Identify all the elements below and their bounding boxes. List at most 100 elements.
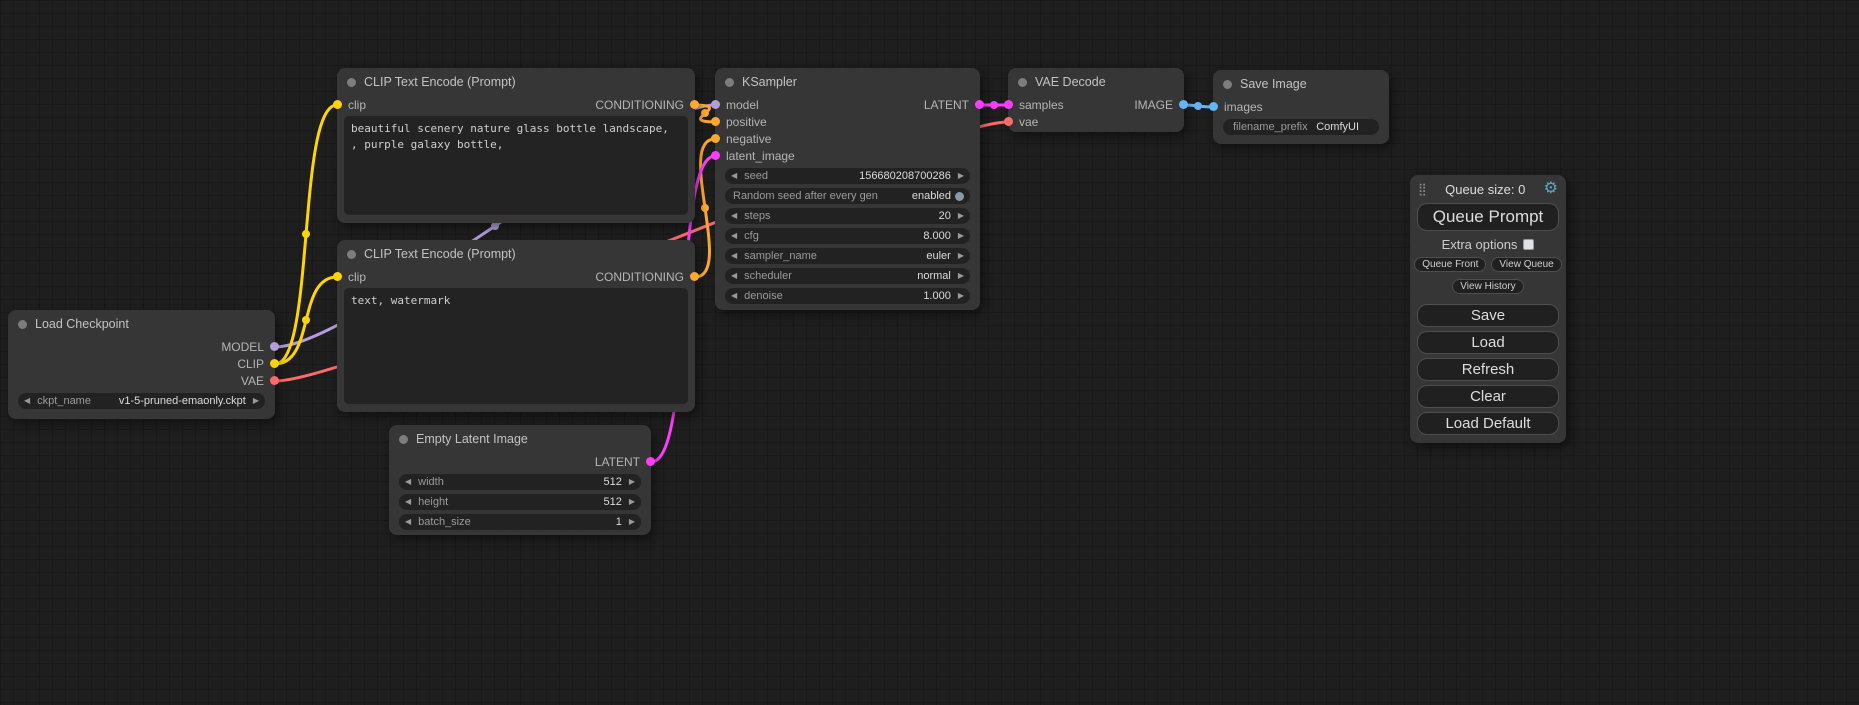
increment-arrow-icon[interactable]: ▶ [958,232,964,240]
ckpt-name-widget[interactable]: ◀ ckpt_name v1-5-pruned-emaonly.ckpt ▶ [18,393,265,409]
output-label: LATENT [595,455,640,469]
seed-widget[interactable]: ◀ seed 156680208700286 ▶ [725,168,970,184]
node-empty-latent-image[interactable]: Empty Latent Image LATENT ◀ width 512 ▶ … [389,425,651,535]
output-slot-clip[interactable] [270,359,279,368]
output-slot-image[interactable] [1179,100,1188,109]
output-slot-latent[interactable] [646,457,655,466]
wire-conditioning-negative-dot [701,204,709,212]
decrement-arrow-icon[interactable]: ◀ [405,518,411,526]
node-title-bar[interactable]: VAE Decode [1008,68,1184,96]
queue-front-button[interactable]: Queue Front [1414,257,1486,272]
decrement-arrow-icon[interactable]: ◀ [24,397,30,405]
decrement-arrow-icon[interactable]: ◀ [731,212,737,220]
increment-arrow-icon[interactable]: ▶ [629,478,635,486]
widget-label: steps [744,210,770,222]
increment-arrow-icon[interactable]: ▶ [958,212,964,220]
decrement-arrow-icon[interactable]: ◀ [405,478,411,486]
input-slot-model[interactable] [711,100,720,109]
input-slot-images[interactable] [1209,102,1218,111]
width-widget[interactable]: ◀ width 512 ▶ [399,474,641,490]
increment-arrow-icon[interactable]: ▶ [958,172,964,180]
decrement-arrow-icon[interactable]: ◀ [731,272,737,280]
input-slot-vae[interactable] [1004,117,1013,126]
collapse-dot-icon[interactable] [1018,78,1027,87]
extra-options-row: Extra options [1410,237,1566,252]
input-slot-clip[interactable] [333,100,342,109]
node-title-bar[interactable]: KSampler [715,68,980,96]
output-row-clip: CLIP [8,355,275,372]
queue-buttons-row: Queue Front View Queue [1410,257,1566,272]
extra-options-checkbox[interactable] [1523,239,1534,250]
node-title-bar[interactable]: Save Image [1213,70,1389,98]
scheduler-widget[interactable]: ◀ scheduler normal ▶ [725,268,970,284]
node-load-checkpoint[interactable]: Load Checkpoint MODEL CLIP VAE ◀ ckpt_na… [8,310,275,419]
prompt-text-positive[interactable]: beautiful scenery nature glass bottle la… [344,116,688,215]
input-slot-negative[interactable] [711,134,720,143]
wire-conditioning-positive-dot [701,109,709,117]
toggle-dot-icon[interactable] [955,192,964,201]
settings-gear-icon[interactable]: ⚙ [1544,181,1558,197]
decrement-arrow-icon[interactable]: ◀ [731,172,737,180]
view-queue-button[interactable]: View Queue [1491,257,1561,272]
input-slot-samples[interactable] [1004,100,1013,109]
widget-value: 512 [603,476,621,488]
increment-arrow-icon[interactable]: ▶ [958,272,964,280]
output-slot-conditioning[interactable] [690,100,699,109]
increment-arrow-icon[interactable]: ▶ [958,292,964,300]
collapse-dot-icon[interactable] [1223,80,1232,89]
output-slot-conditioning[interactable] [690,272,699,281]
prompt-text-negative[interactable]: text, watermark [344,288,688,404]
node-graph-canvas[interactable]: Load Checkpoint MODEL CLIP VAE ◀ ckpt_na… [0,0,1859,705]
output-slot-vae[interactable] [270,376,279,385]
collapse-dot-icon[interactable] [725,78,734,87]
cfg-widget[interactable]: ◀ cfg 8.000 ▶ [725,228,970,244]
node-title-bar[interactable]: CLIP Text Encode (Prompt) [337,240,695,268]
input-row-positive: positive [715,113,980,130]
input-slot-positive[interactable] [711,117,720,126]
increment-arrow-icon[interactable]: ▶ [629,498,635,506]
save-button[interactable]: Save [1417,304,1559,327]
decrement-arrow-icon[interactable]: ◀ [731,232,737,240]
increment-arrow-icon[interactable]: ▶ [958,252,964,260]
clear-button[interactable]: Clear [1417,385,1559,408]
decrement-arrow-icon[interactable]: ◀ [731,292,737,300]
collapse-dot-icon[interactable] [347,250,356,259]
collapse-dot-icon[interactable] [18,320,27,329]
node-vae-decode[interactable]: VAE Decode samples IMAGE vae [1008,68,1184,132]
filename-prefix-widget[interactable]: filename_prefix ComfyUI [1223,119,1379,135]
widget-value: 1.000 [923,290,951,302]
increment-arrow-icon[interactable]: ▶ [253,397,259,405]
collapse-dot-icon[interactable] [399,435,408,444]
wire-image-dot [1194,102,1202,110]
decrement-arrow-icon[interactable]: ◀ [731,252,737,260]
node-clip-text-encode-negative[interactable]: CLIP Text Encode (Prompt) clip CONDITION… [337,240,695,412]
steps-widget[interactable]: ◀ steps 20 ▶ [725,208,970,224]
drag-handle-icon[interactable]: ⣿ [1418,182,1427,196]
denoise-widget[interactable]: ◀ denoise 1.000 ▶ [725,288,970,304]
input-slot-latent-image[interactable] [711,151,720,160]
random-seed-toggle-widget[interactable]: Random seed after every gen enabled [725,188,970,204]
input-slot-clip[interactable] [333,272,342,281]
input-label: clip [348,270,366,284]
view-history-button[interactable]: View History [1452,279,1523,294]
batch-size-widget[interactable]: ◀ batch_size 1 ▶ [399,514,641,530]
increment-arrow-icon[interactable]: ▶ [629,518,635,526]
height-widget[interactable]: ◀ height 512 ▶ [399,494,641,510]
output-slot-model[interactable] [270,342,279,351]
node-ksampler[interactable]: KSampler model LATENT positive negative … [715,68,980,310]
queue-prompt-button[interactable]: Queue Prompt [1417,203,1559,231]
node-title-bar[interactable]: Empty Latent Image [389,425,651,453]
node-title-bar[interactable]: CLIP Text Encode (Prompt) [337,68,695,96]
node-save-image[interactable]: Save Image images filename_prefix ComfyU… [1213,70,1389,144]
node-title-text: Save Image [1240,77,1307,91]
sampler-name-widget[interactable]: ◀ sampler_name euler ▶ [725,248,970,264]
input-label: negative [726,132,771,146]
load-default-button[interactable]: Load Default [1417,412,1559,435]
output-slot-latent[interactable] [975,100,984,109]
decrement-arrow-icon[interactable]: ◀ [405,498,411,506]
collapse-dot-icon[interactable] [347,78,356,87]
refresh-button[interactable]: Refresh [1417,358,1559,381]
load-button[interactable]: Load [1417,331,1559,354]
node-clip-text-encode-positive[interactable]: CLIP Text Encode (Prompt) clip CONDITION… [337,68,695,223]
node-title-bar[interactable]: Load Checkpoint [8,310,275,338]
